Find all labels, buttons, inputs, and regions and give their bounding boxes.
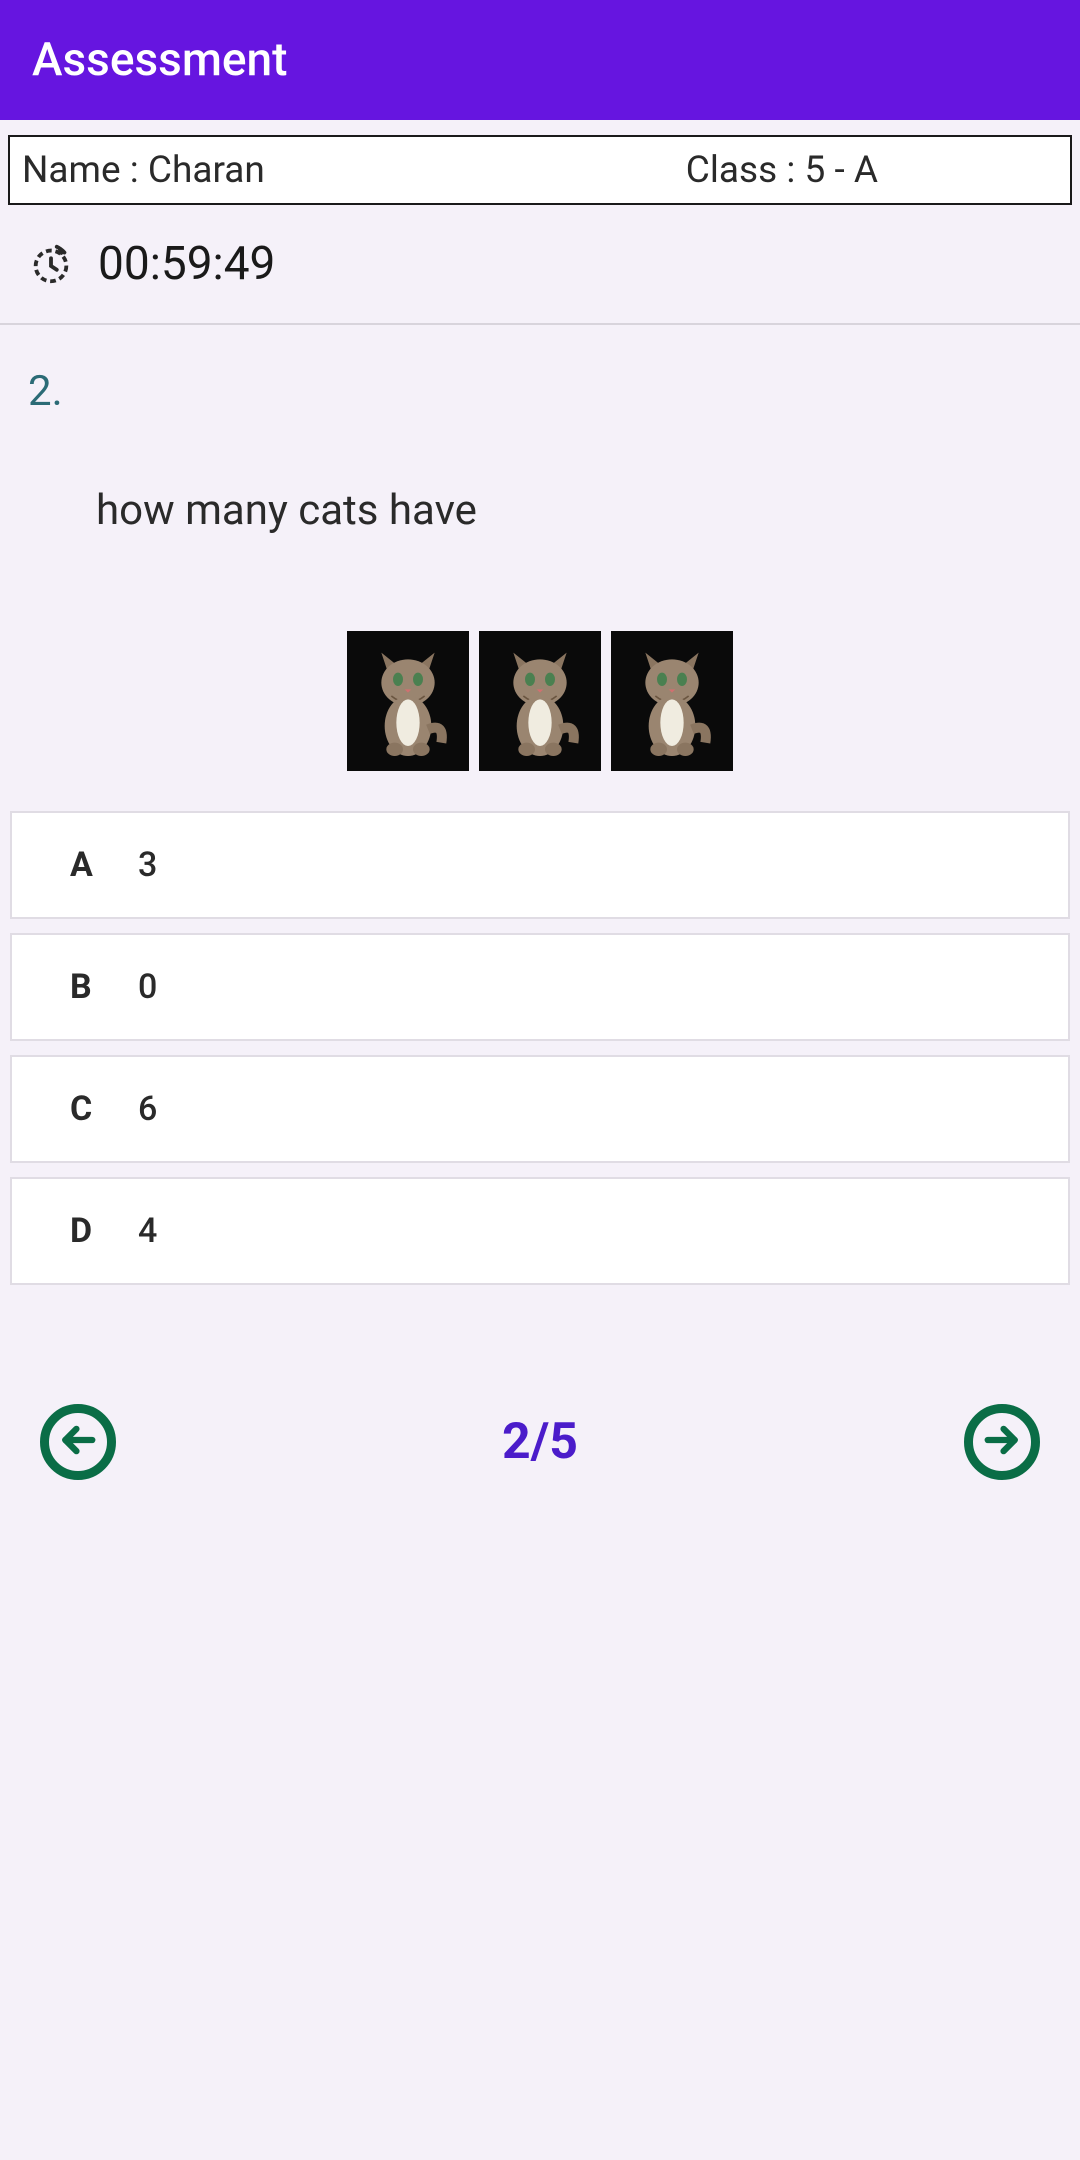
answer-letter: D [70, 1211, 138, 1251]
question-number: 2. [0, 325, 1080, 416]
clock-icon [28, 241, 74, 287]
page-indicator: 2/5 [502, 1413, 578, 1471]
answer-option-b[interactable]: B 0 [10, 933, 1070, 1041]
cat-image [479, 631, 601, 771]
timer-row: 00:59:49 [0, 205, 1080, 323]
arrow-right-icon [983, 1421, 1021, 1463]
previous-button[interactable] [40, 1404, 116, 1480]
answer-value: 4 [138, 1211, 157, 1251]
question-text: how many cats have [0, 416, 1080, 535]
answers-list: A 3 B 0 C 6 D 4 [0, 811, 1080, 1285]
answer-letter: C [70, 1089, 138, 1129]
answer-letter: A [70, 845, 138, 885]
student-name-label: Name : Charan [22, 149, 686, 192]
app-header: Assessment [0, 0, 1080, 120]
navigation-footer: 2/5 [0, 1404, 1080, 1480]
cat-image [611, 631, 733, 771]
answer-option-a[interactable]: A 3 [10, 811, 1070, 919]
answer-value: 0 [138, 967, 157, 1007]
answer-letter: B [70, 967, 138, 1007]
answer-option-d[interactable]: D 4 [10, 1177, 1070, 1285]
page-title: Assessment [32, 33, 287, 87]
question-image-container [0, 631, 1080, 771]
answer-option-c[interactable]: C 6 [10, 1055, 1070, 1163]
next-button[interactable] [964, 1404, 1040, 1480]
student-info-bar: Name : Charan Class : 5 - A [8, 135, 1072, 205]
arrow-left-icon [59, 1421, 97, 1463]
student-class-label: Class : 5 - A [686, 149, 878, 192]
cat-image [347, 631, 469, 771]
timer-value: 00:59:49 [98, 237, 275, 291]
answer-value: 6 [138, 1089, 157, 1129]
answer-value: 3 [138, 845, 157, 885]
